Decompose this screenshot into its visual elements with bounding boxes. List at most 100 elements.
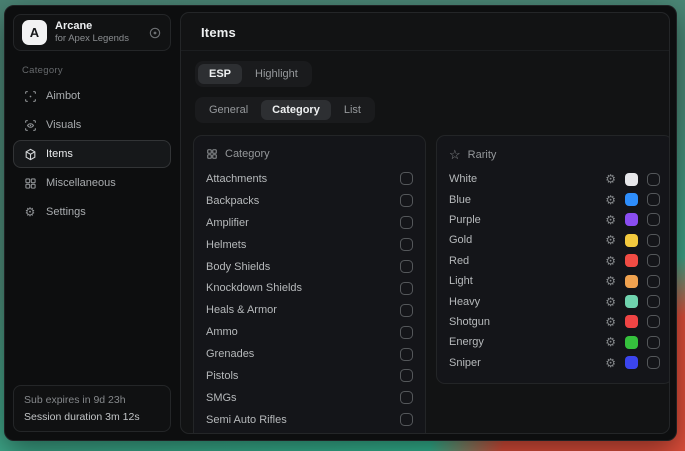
rarity-row: Blue ⚙	[449, 189, 660, 209]
sidebar-item-label: Items	[46, 148, 73, 160]
layout-grid-icon	[206, 148, 218, 160]
tab-general[interactable]: General	[198, 100, 259, 120]
gear-icon[interactable]: ⚙	[605, 194, 616, 206]
rarity-rows: White ⚙ Blue ⚙ Purple ⚙ Gold ⚙ Red	[449, 169, 660, 373]
rarity-checkbox[interactable]	[647, 234, 660, 247]
rarity-row-controls: ⚙	[605, 213, 660, 226]
color-swatch[interactable]	[625, 193, 638, 206]
gear-icon[interactable]: ⚙	[605, 357, 616, 369]
category-checkbox[interactable]	[400, 348, 413, 361]
sidebar-item-miscellaneous[interactable]: Miscellaneous	[13, 169, 171, 197]
rarity-row-controls: ⚙	[605, 193, 660, 206]
app-name: Arcane	[55, 20, 140, 34]
category-checkbox[interactable]	[400, 216, 413, 229]
content-header: Items	[181, 13, 669, 51]
rarity-row: Purple ⚙	[449, 210, 660, 230]
tab-esp[interactable]: ESP	[198, 64, 242, 84]
sidebar-item-visuals[interactable]: Visuals	[13, 111, 171, 139]
sub-expiry-text: Sub expires in 9d 23h	[24, 392, 160, 408]
color-swatch[interactable]	[625, 356, 638, 369]
gear-icon[interactable]: ⚙	[605, 275, 616, 287]
category-checkbox[interactable]	[400, 260, 413, 273]
category-checkbox[interactable]	[400, 172, 413, 185]
category-row: Assault Rifles	[206, 431, 413, 434]
gear-icon[interactable]: ⚙	[605, 234, 616, 246]
color-swatch[interactable]	[625, 295, 638, 308]
mode-tabs: ESP Highlight	[195, 61, 312, 87]
color-swatch[interactable]	[625, 275, 638, 288]
rarity-checkbox[interactable]	[647, 213, 660, 226]
category-row-label: Semi Auto Rifles	[206, 414, 287, 426]
gear-icon[interactable]: ⚙	[605, 336, 616, 348]
target-icon[interactable]	[148, 26, 162, 40]
sidebar: A Arcane for Apex Legends Category Aimbo…	[11, 12, 173, 434]
sidebar-item-label: Visuals	[46, 119, 81, 131]
category-checkbox[interactable]	[400, 238, 413, 251]
app-window: A Arcane for Apex Legends Category Aimbo…	[4, 5, 677, 441]
category-row-label: Helmets	[206, 239, 246, 251]
rarity-row: Shotgun ⚙	[449, 312, 660, 332]
rarity-row-label: Blue	[449, 194, 471, 206]
rarity-row-label: Gold	[449, 234, 472, 246]
category-row-label: Knockdown Shields	[206, 282, 302, 294]
color-swatch[interactable]	[625, 173, 638, 186]
gear-icon[interactable]: ⚙	[605, 316, 616, 328]
category-row: Backpacks	[206, 190, 413, 212]
color-swatch[interactable]	[625, 336, 638, 349]
tab-category[interactable]: Category	[261, 100, 331, 120]
app-logo: A	[22, 20, 47, 45]
gear-icon[interactable]: ⚙	[605, 173, 616, 185]
rarity-row-label: Light	[449, 275, 473, 287]
rarity-row-controls: ⚙	[605, 254, 660, 267]
category-row: Grenades	[206, 343, 413, 365]
gear-icon[interactable]: ⚙	[605, 255, 616, 267]
rarity-row-label: Heavy	[449, 296, 480, 308]
rarity-checkbox[interactable]	[647, 193, 660, 206]
category-row: Amplifier	[206, 212, 413, 234]
color-swatch[interactable]	[625, 234, 638, 247]
page-title: Items	[185, 25, 665, 40]
category-row-label: SMGs	[206, 392, 237, 404]
rarity-row-label: Shotgun	[449, 316, 490, 328]
category-checkbox[interactable]	[400, 194, 413, 207]
rarity-row: Gold ⚙	[449, 230, 660, 250]
category-row: Pistols	[206, 365, 413, 387]
grid-icon	[23, 177, 37, 190]
category-row: Attachments	[206, 168, 413, 190]
rarity-checkbox[interactable]	[647, 336, 660, 349]
rarity-checkbox[interactable]	[647, 356, 660, 369]
category-checkbox[interactable]	[400, 304, 413, 317]
category-checkbox[interactable]	[400, 413, 413, 426]
tab-highlight[interactable]: Highlight	[244, 64, 309, 84]
category-checkbox[interactable]	[400, 391, 413, 404]
category-row-label: Heals & Armor	[206, 304, 277, 316]
category-checkbox[interactable]	[400, 326, 413, 339]
sidebar-item-items[interactable]: Items	[13, 140, 171, 168]
color-swatch[interactable]	[625, 213, 638, 226]
category-row: Ammo	[206, 321, 413, 343]
category-row-label: Ammo	[206, 326, 238, 338]
rarity-checkbox[interactable]	[647, 315, 660, 328]
gear-icon: ⚙	[23, 206, 37, 218]
gear-icon[interactable]: ⚙	[605, 296, 616, 308]
category-panel-title: Category	[225, 148, 270, 160]
color-swatch[interactable]	[625, 254, 638, 267]
sidebar-nav: Aimbot Visuals Items	[13, 82, 171, 226]
rarity-checkbox[interactable]	[647, 254, 660, 267]
rarity-row-controls: ⚙	[605, 315, 660, 328]
rarity-row-controls: ⚙	[605, 173, 660, 186]
color-swatch[interactable]	[625, 315, 638, 328]
rarity-checkbox[interactable]	[647, 295, 660, 308]
category-checkbox[interactable]	[400, 282, 413, 295]
rarity-checkbox[interactable]	[647, 173, 660, 186]
gear-icon[interactable]: ⚙	[605, 214, 616, 226]
sidebar-item-aimbot[interactable]: Aimbot	[13, 82, 171, 110]
sidebar-item-settings[interactable]: ⚙ Settings	[13, 198, 171, 226]
category-checkbox[interactable]	[400, 369, 413, 382]
tab-list[interactable]: List	[333, 100, 372, 120]
sidebar-item-label: Miscellaneous	[46, 177, 116, 189]
rarity-row: Red ⚙	[449, 251, 660, 271]
category-row: Heals & Armor	[206, 299, 413, 321]
panels-row: Category Attachments Backpacks Amplifier…	[193, 135, 657, 434]
rarity-checkbox[interactable]	[647, 275, 660, 288]
